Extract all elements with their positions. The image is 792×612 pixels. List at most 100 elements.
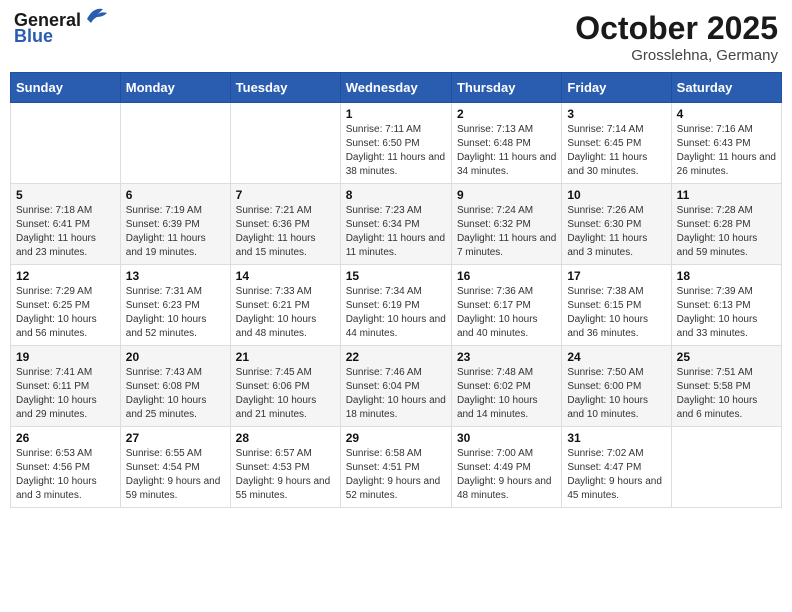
calendar-cell: 20 Sunrise: 7:43 AMSunset: 6:08 PMDayligh… xyxy=(120,346,230,427)
day-number: 29 xyxy=(346,431,446,445)
calendar-week-3: 12 Sunrise: 7:29 AMSunset: 6:25 PMDayligh… xyxy=(11,265,782,346)
calendar-week-1: 1 Sunrise: 7:11 AMSunset: 6:50 PMDaylight… xyxy=(11,103,782,184)
day-info: Sunrise: 7:38 AMSunset: 6:15 PMDaylight:… xyxy=(567,285,665,341)
day-number: 7 xyxy=(236,188,335,202)
calendar-cell: 15 Sunrise: 7:34 AMSunset: 6:19 PMDayligh… xyxy=(340,265,451,346)
weekday-header-thursday: Thursday xyxy=(451,73,561,103)
day-number: 14 xyxy=(236,269,335,283)
day-number: 27 xyxy=(126,431,225,445)
day-number: 26 xyxy=(16,431,115,445)
calendar-cell: 9Sunrise: 7:24 AMSunset: 6:32 PMDaylight… xyxy=(451,184,561,265)
day-info: Sunrise: 7:39 AMSunset: 6:13 PMDaylight:… xyxy=(677,285,776,341)
calendar-cell: 5Sunrise: 7:18 AMSunset: 6:41 PMDaylight… xyxy=(11,184,121,265)
calendar-header-row: SundayMondayTuesdayWednesdayThursdayFrid… xyxy=(11,73,782,103)
calendar-cell xyxy=(671,427,781,508)
calendar-cell: 13 Sunrise: 7:31 AMSunset: 6:23 PMDayligh… xyxy=(120,265,230,346)
day-info: Sunrise: 7:21 AMSunset: 6:36 PMDaylight:… xyxy=(236,204,335,260)
day-info: Sunrise: 7:14 AMSunset: 6:45 PMDaylight:… xyxy=(567,123,665,179)
day-number: 23 xyxy=(457,350,556,364)
weekday-header-wednesday: Wednesday xyxy=(340,73,451,103)
day-info: Sunrise: 6:58 AMSunset: 4:51 PMDaylight:… xyxy=(346,447,446,503)
day-info: Sunrise: 7:29 AMSunset: 6:25 PMDaylight:… xyxy=(16,285,115,341)
calendar-cell: 4 Sunrise: 7:16 AMSunset: 6:43 PMDaylight… xyxy=(671,103,781,184)
day-info: Sunrise: 7:26 AMSunset: 6:30 PMDaylight:… xyxy=(567,204,665,260)
calendar-cell: 11Sunrise: 7:28 AMSunset: 6:28 PMDayligh… xyxy=(671,184,781,265)
day-number: 10 xyxy=(567,188,665,202)
day-info: Sunrise: 7:24 AMSunset: 6:32 PMDaylight:… xyxy=(457,204,556,260)
weekday-header-tuesday: Tuesday xyxy=(230,73,340,103)
calendar-cell xyxy=(120,103,230,184)
calendar-cell: 27Sunrise: 6:55 AMSunset: 4:54 PMDayligh… xyxy=(120,427,230,508)
calendar-cell xyxy=(11,103,121,184)
calendar-cell xyxy=(230,103,340,184)
calendar-cell: 10 Sunrise: 7:26 AMSunset: 6:30 PMDayligh… xyxy=(562,184,671,265)
calendar-cell: 24 Sunrise: 7:50 AMSunset: 6:00 PMDayligh… xyxy=(562,346,671,427)
day-number: 19 xyxy=(16,350,115,364)
location: Grosslehna, Germany xyxy=(575,47,778,64)
day-info: Sunrise: 7:31 AMSunset: 6:23 PMDaylight:… xyxy=(126,285,225,341)
calendar-week-4: 19Sunrise: 7:41 AMSunset: 6:11 PMDayligh… xyxy=(11,346,782,427)
day-info: Sunrise: 7:23 AMSunset: 6:34 PMDaylight:… xyxy=(346,204,446,260)
day-info: Sunrise: 7:16 AMSunset: 6:43 PMDaylight:… xyxy=(677,123,776,179)
calendar-cell: 16 Sunrise: 7:36 AMSunset: 6:17 PMDayligh… xyxy=(451,265,561,346)
calendar-week-2: 5Sunrise: 7:18 AMSunset: 6:41 PMDaylight… xyxy=(11,184,782,265)
day-info: Sunrise: 6:57 AMSunset: 4:53 PMDaylight:… xyxy=(236,447,335,503)
day-info: Sunrise: 7:45 AMSunset: 6:06 PMDaylight:… xyxy=(236,366,335,422)
calendar-table: SundayMondayTuesdayWednesdayThursdayFrid… xyxy=(10,72,782,508)
weekday-header-sunday: Sunday xyxy=(11,73,121,103)
calendar-cell: 8 Sunrise: 7:23 AMSunset: 6:34 PMDaylight… xyxy=(340,184,451,265)
day-info: Sunrise: 7:02 AMSunset: 4:47 PMDaylight:… xyxy=(567,447,665,503)
month-title: October 2025 xyxy=(575,10,778,47)
calendar-cell: 29 Sunrise: 6:58 AMSunset: 4:51 PMDayligh… xyxy=(340,427,451,508)
day-number: 1 xyxy=(346,107,446,121)
day-info: Sunrise: 7:36 AMSunset: 6:17 PMDaylight:… xyxy=(457,285,556,341)
calendar-cell: 22 Sunrise: 7:46 AMSunset: 6:04 PMDayligh… xyxy=(340,346,451,427)
day-number: 12 xyxy=(16,269,115,283)
day-number: 17 xyxy=(567,269,665,283)
day-number: 22 xyxy=(346,350,446,364)
weekday-header-monday: Monday xyxy=(120,73,230,103)
calendar-cell: 25 Sunrise: 7:51 AMSunset: 5:58 PMDayligh… xyxy=(671,346,781,427)
day-number: 3 xyxy=(567,107,665,121)
day-info: Sunrise: 7:33 AMSunset: 6:21 PMDaylight:… xyxy=(236,285,335,341)
day-number: 21 xyxy=(236,350,335,364)
day-info: Sunrise: 7:46 AMSunset: 6:04 PMDaylight:… xyxy=(346,366,446,422)
calendar-cell: 3 Sunrise: 7:14 AMSunset: 6:45 PMDaylight… xyxy=(562,103,671,184)
day-number: 13 xyxy=(126,269,225,283)
calendar-cell: 31 Sunrise: 7:02 AMSunset: 4:47 PMDayligh… xyxy=(562,427,671,508)
calendar-cell: 12 Sunrise: 7:29 AMSunset: 6:25 PMDayligh… xyxy=(11,265,121,346)
calendar-cell: 1 Sunrise: 7:11 AMSunset: 6:50 PMDaylight… xyxy=(340,103,451,184)
logo-bird-icon xyxy=(83,5,111,25)
day-number: 16 xyxy=(457,269,556,283)
day-info: Sunrise: 7:34 AMSunset: 6:19 PMDaylight:… xyxy=(346,285,446,341)
day-number: 31 xyxy=(567,431,665,445)
day-info: Sunrise: 7:50 AMSunset: 6:00 PMDaylight:… xyxy=(567,366,665,422)
day-info: Sunrise: 7:11 AMSunset: 6:50 PMDaylight:… xyxy=(346,123,446,179)
calendar-cell: 28 Sunrise: 6:57 AMSunset: 4:53 PMDayligh… xyxy=(230,427,340,508)
calendar-cell: 6Sunrise: 7:19 AMSunset: 6:39 PMDaylight… xyxy=(120,184,230,265)
day-number: 24 xyxy=(567,350,665,364)
page-header: General Blue October 2025 Grosslehna, Ge… xyxy=(10,10,782,64)
day-info: Sunrise: 7:19 AMSunset: 6:39 PMDaylight:… xyxy=(126,204,225,260)
day-number: 2 xyxy=(457,107,556,121)
calendar-cell: 18 Sunrise: 7:39 AMSunset: 6:13 PMDayligh… xyxy=(671,265,781,346)
day-info: Sunrise: 7:51 AMSunset: 5:58 PMDaylight:… xyxy=(677,366,776,422)
weekday-header-friday: Friday xyxy=(562,73,671,103)
day-number: 30 xyxy=(457,431,556,445)
day-info: Sunrise: 7:18 AMSunset: 6:41 PMDaylight:… xyxy=(16,204,115,260)
day-number: 18 xyxy=(677,269,776,283)
logo-text-blue: Blue xyxy=(14,26,53,47)
logo: General Blue xyxy=(14,10,111,47)
day-number: 20 xyxy=(126,350,225,364)
day-number: 25 xyxy=(677,350,776,364)
day-number: 28 xyxy=(236,431,335,445)
day-info: Sunrise: 7:43 AMSunset: 6:08 PMDaylight:… xyxy=(126,366,225,422)
calendar-cell: 21 Sunrise: 7:45 AMSunset: 6:06 PMDayligh… xyxy=(230,346,340,427)
day-number: 15 xyxy=(346,269,446,283)
day-number: 4 xyxy=(677,107,776,121)
calendar-cell: 14 Sunrise: 7:33 AMSunset: 6:21 PMDayligh… xyxy=(230,265,340,346)
day-number: 8 xyxy=(346,188,446,202)
calendar-week-5: 26Sunrise: 6:53 AMSunset: 4:56 PMDayligh… xyxy=(11,427,782,508)
day-info: Sunrise: 7:28 AMSunset: 6:28 PMDaylight:… xyxy=(677,204,776,260)
calendar-cell: 30Sunrise: 7:00 AMSunset: 4:49 PMDayligh… xyxy=(451,427,561,508)
